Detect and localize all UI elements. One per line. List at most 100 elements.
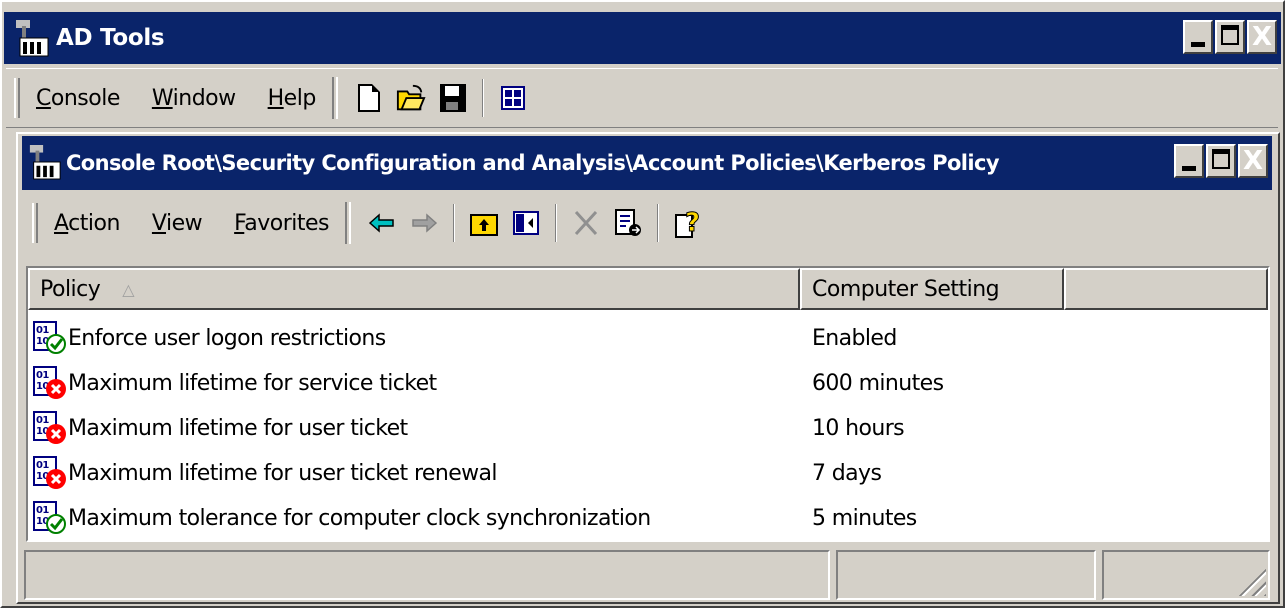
toolbar-grip[interactable] bbox=[32, 203, 38, 243]
save-icon bbox=[439, 84, 466, 112]
menu-window-accel: W bbox=[151, 85, 173, 111]
maximize-icon bbox=[1212, 149, 1230, 169]
minimize-icon bbox=[1182, 166, 1196, 171]
policy-list[interactable]: Policy △ Computer Setting 01 10 Enforce … bbox=[26, 266, 1270, 542]
close-icon: X bbox=[1251, 22, 1273, 52]
up-folder-icon bbox=[470, 214, 499, 236]
menu-console[interactable]: Console bbox=[36, 86, 120, 111]
policy-row[interactable]: 01 10 Maximum lifetime for service ticke… bbox=[32, 361, 437, 405]
new-document-icon bbox=[357, 84, 380, 112]
menu-console-accel: C bbox=[36, 85, 51, 111]
policy-name: Enforce user logon restrictions bbox=[68, 325, 386, 351]
help-icon: ? bbox=[675, 208, 701, 239]
menu-help-label: elp bbox=[283, 85, 317, 111]
policy-row[interactable]: 01 10 Maximum tolerance for computer clo… bbox=[32, 496, 651, 540]
app-menubar: Console Window Help bbox=[6, 68, 1278, 128]
sort-ascending-icon: △ bbox=[122, 279, 135, 299]
app-close-button[interactable]: X bbox=[1247, 20, 1277, 54]
toolbar-separator bbox=[481, 79, 484, 117]
child-window-title: Console Root\Security Configuration and … bbox=[66, 151, 1000, 175]
menu-action[interactable]: Action bbox=[54, 211, 120, 236]
menu-action-accel: A bbox=[54, 210, 69, 236]
save-button[interactable] bbox=[438, 82, 468, 114]
svg-text:?: ? bbox=[685, 208, 700, 238]
status-panel-2 bbox=[836, 550, 1096, 600]
back-arrow-icon bbox=[368, 213, 394, 233]
delete-button[interactable] bbox=[571, 207, 601, 239]
forward-button[interactable] bbox=[409, 207, 439, 239]
child-maximize-button[interactable] bbox=[1206, 144, 1236, 178]
svg-text:01: 01 bbox=[36, 460, 49, 471]
menu-view-accel: V bbox=[151, 210, 167, 236]
policy-computer-setting: 10 hours bbox=[812, 415, 905, 441]
app-maximize-button[interactable] bbox=[1215, 20, 1245, 54]
column-header-policy[interactable]: Policy △ bbox=[28, 268, 800, 310]
menu-favorites[interactable]: Favorites bbox=[234, 211, 329, 236]
child-close-button[interactable]: X bbox=[1238, 144, 1268, 178]
column-header-empty[interactable] bbox=[1064, 268, 1268, 310]
delete-icon bbox=[574, 210, 598, 236]
menu-help[interactable]: Help bbox=[267, 85, 317, 111]
menu-window-label: indow bbox=[172, 85, 236, 111]
status-panel-3 bbox=[1102, 550, 1270, 600]
new-document-button[interactable] bbox=[354, 82, 384, 114]
menu-help-accel: H bbox=[267, 85, 285, 111]
policy-mismatch-icon: 01 10 bbox=[32, 410, 66, 446]
help-button[interactable]: ? bbox=[673, 207, 703, 239]
policy-row[interactable]: 01 10 Maximum lifetime for user ticket bbox=[32, 406, 408, 450]
policy-computer-setting: 600 minutes bbox=[812, 370, 944, 396]
app-title: AD Tools bbox=[56, 25, 165, 51]
properties-button[interactable] bbox=[498, 82, 528, 114]
policy-name: Maximum lifetime for service ticket bbox=[68, 370, 437, 396]
toolbar-separator bbox=[345, 202, 352, 244]
policy-computer-setting: 5 minutes bbox=[812, 505, 917, 531]
child-minimize-button[interactable] bbox=[1174, 144, 1204, 178]
menu-console-label: onsole bbox=[50, 85, 120, 111]
policy-mismatch-icon: 01 10 bbox=[32, 365, 66, 401]
size-grip[interactable] bbox=[1236, 566, 1266, 596]
close-icon: X bbox=[1242, 146, 1264, 176]
app-minimize-button[interactable] bbox=[1183, 20, 1213, 54]
policy-name: Maximum lifetime for user ticket renewal bbox=[68, 460, 498, 486]
menu-view[interactable]: View bbox=[151, 210, 203, 236]
export-list-icon bbox=[615, 209, 642, 236]
menu-view-label: iew bbox=[166, 210, 203, 236]
policy-name: Maximum tolerance for computer clock syn… bbox=[68, 505, 651, 531]
svg-text:01: 01 bbox=[36, 325, 49, 336]
menu-favorites-accel: F bbox=[234, 210, 245, 236]
status-panel-main bbox=[24, 550, 830, 600]
export-list-button[interactable] bbox=[613, 207, 643, 239]
svg-text:01: 01 bbox=[36, 415, 49, 426]
properties-icon bbox=[500, 86, 525, 110]
policy-ok-icon: 01 10 bbox=[32, 500, 66, 536]
column-computer-setting-label: Computer Setting bbox=[812, 276, 1000, 302]
back-button[interactable] bbox=[367, 207, 397, 239]
forward-arrow-icon bbox=[412, 213, 438, 233]
toolbar-separator bbox=[453, 204, 456, 242]
app-titlebar[interactable]: AD Tools X bbox=[4, 12, 1281, 64]
svg-text:01: 01 bbox=[36, 505, 49, 516]
up-one-level-button[interactable] bbox=[469, 207, 499, 239]
show-hide-tree-icon bbox=[513, 211, 540, 235]
minimize-icon bbox=[1191, 42, 1205, 47]
toolbar-separator bbox=[331, 77, 338, 119]
policy-name: Maximum lifetime for user ticket bbox=[68, 415, 408, 441]
show-hide-tree-button[interactable] bbox=[511, 207, 541, 239]
toolbar-grip[interactable] bbox=[14, 78, 20, 118]
policy-row[interactable]: 01 10 Enforce user logon restrictions bbox=[32, 316, 386, 360]
menu-action-label: ction bbox=[68, 210, 120, 236]
console-root-icon bbox=[28, 143, 64, 183]
child-toolbar: Action View Favorites ? bbox=[24, 194, 1270, 252]
svg-text:01: 01 bbox=[36, 370, 49, 381]
open-button[interactable] bbox=[396, 82, 426, 114]
column-header-computer-setting[interactable]: Computer Setting bbox=[800, 268, 1064, 310]
toolbar-separator bbox=[555, 204, 558, 242]
policy-row[interactable]: 01 10 Maximum lifetime for user ticket r… bbox=[32, 451, 498, 495]
policy-ok-icon: 01 10 bbox=[32, 320, 66, 356]
policy-computer-setting: Enabled bbox=[812, 325, 897, 351]
child-titlebar[interactable]: Console Root\Security Configuration and … bbox=[22, 136, 1272, 190]
menu-window[interactable]: Window bbox=[152, 86, 236, 111]
app-window-controls: X bbox=[1181, 20, 1277, 54]
column-policy-label: Policy bbox=[40, 276, 101, 302]
ad-tools-app-icon bbox=[14, 18, 50, 58]
